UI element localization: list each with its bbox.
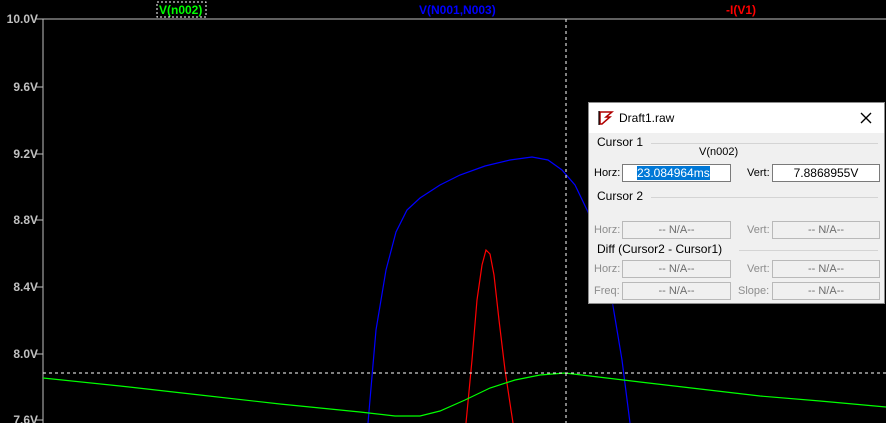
diff-horz-label: Horz: — [594, 263, 621, 275]
cursor1-horz-field[interactable]: 23.084964ms — [622, 164, 731, 182]
y-tick-label: 9.6V — [13, 80, 38, 94]
dialog-titlebar[interactable]: Draft1.raw — [589, 103, 884, 133]
close-icon[interactable] — [857, 109, 875, 127]
y-tick-label: 7.6V — [13, 413, 38, 423]
cursor1-horz-value: 23.084964ms — [637, 166, 710, 180]
diff-horz-field[interactable]: -- N/A-- — [622, 260, 731, 278]
trace-label-vn002[interactable]: V(n002) — [159, 3, 202, 17]
cursor-dialog: Draft1.raw Cursor 1 V(n002) Horz: 23.084… — [588, 102, 885, 304]
y-tick-label: 10.0V — [7, 12, 38, 26]
group-divider — [651, 197, 878, 198]
diff-vert-field[interactable]: -- N/A-- — [772, 260, 880, 278]
trace-label-vn001-n003[interactable]: V(N001,N003) — [419, 3, 496, 17]
group-divider — [651, 143, 878, 144]
diff-group-label: Diff (Cursor2 - Cursor1) — [597, 242, 723, 256]
cursor2-group-label: Cursor 2 — [597, 189, 644, 203]
diff-slope-label: Slope: — [738, 285, 770, 297]
cursor1-trace-name: V(n002) — [699, 146, 739, 158]
cursor1-horz-label: Horz: — [594, 167, 621, 179]
y-tick-label: 9.2V — [13, 147, 38, 161]
cursor2-horz-label: Horz: — [594, 224, 621, 236]
group-divider — [739, 250, 878, 251]
diff-vert-label: Vert: — [747, 263, 770, 275]
diff-freq-field[interactable]: -- N/A-- — [622, 282, 731, 300]
y-tick-label: 8.8V — [13, 213, 38, 227]
diff-freq-label: Freq: — [594, 285, 620, 297]
dialog-title: Draft1.raw — [619, 111, 675, 125]
cursor2-vert-label: Vert: — [747, 224, 770, 236]
y-tick-label: 8.4V — [13, 280, 38, 294]
diff-slope-field[interactable]: -- N/A-- — [772, 282, 880, 300]
cursor1-vert-label: Vert: — [747, 167, 770, 179]
cursor2-vert-field[interactable]: -- N/A-- — [772, 221, 880, 239]
cursor1-vert-field[interactable]: 7.8868955V — [772, 164, 880, 182]
cursor2-horz-field[interactable]: -- N/A-- — [622, 221, 731, 239]
cursor1-group-label: Cursor 1 — [597, 135, 644, 149]
y-tick-label: 8.0V — [13, 347, 38, 361]
ltspice-app-icon — [598, 111, 614, 125]
trace-label-iv1[interactable]: -I(V1) — [726, 3, 756, 17]
